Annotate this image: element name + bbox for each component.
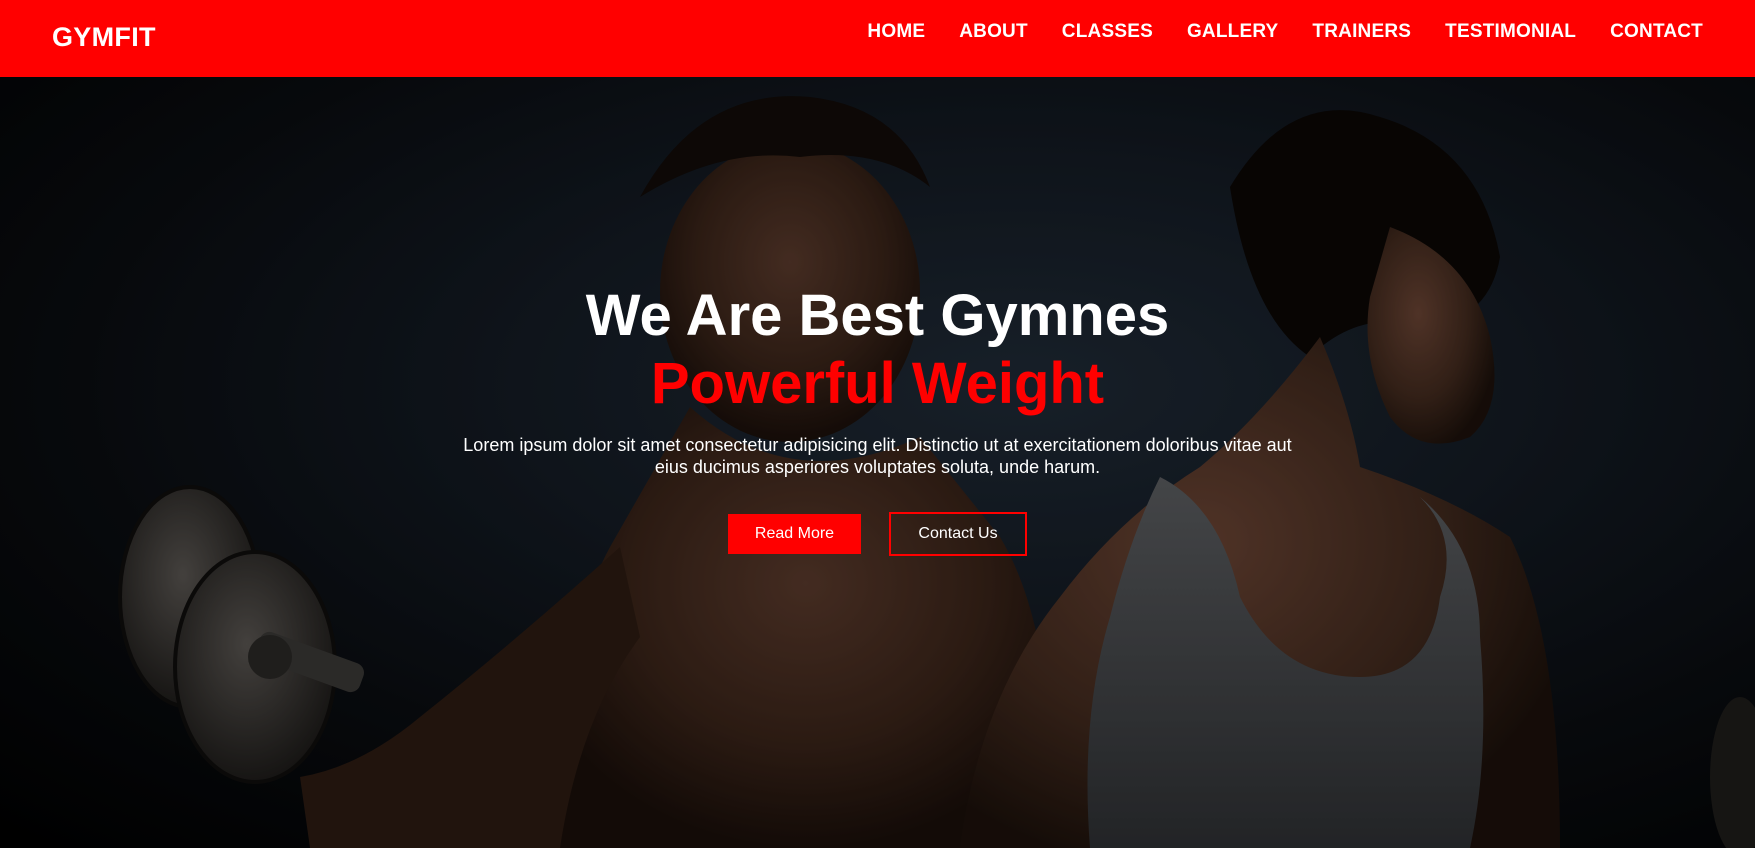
nav-link-home[interactable]: HOME	[867, 21, 925, 42]
logo[interactable]: GYMFIT	[52, 22, 156, 53]
nav-menu: HOME ABOUT CLASSES GALLERY TRAINERS TEST…	[833, 21, 1703, 43]
nav-link-about[interactable]: ABOUT	[959, 21, 1028, 42]
read-more-button[interactable]: Read More	[728, 514, 861, 554]
nav-link-classes[interactable]: CLASSES	[1062, 21, 1153, 42]
nav-link-trainers[interactable]: TRAINERS	[1312, 21, 1411, 42]
hero-description: Lorem ipsum dolor sit amet consectetur a…	[463, 435, 1292, 477]
navbar: GYMFIT HOME ABOUT CLASSES GALLERY TRAINE…	[0, 0, 1755, 77]
nav-link-testimonial[interactable]: TESTIMONIAL	[1445, 21, 1576, 42]
contact-us-button[interactable]: Contact Us	[889, 512, 1027, 556]
nav-link-gallery[interactable]: GALLERY	[1187, 21, 1278, 42]
nav-link-contact[interactable]: CONTACT	[1610, 21, 1703, 42]
hero-subtitle: Powerful Weight	[650, 351, 1105, 416]
hero-section: We Are Best Gymnes Powerful Weight Lorem…	[0, 77, 1755, 848]
hero-title: We Are Best Gymnes	[585, 283, 1170, 348]
